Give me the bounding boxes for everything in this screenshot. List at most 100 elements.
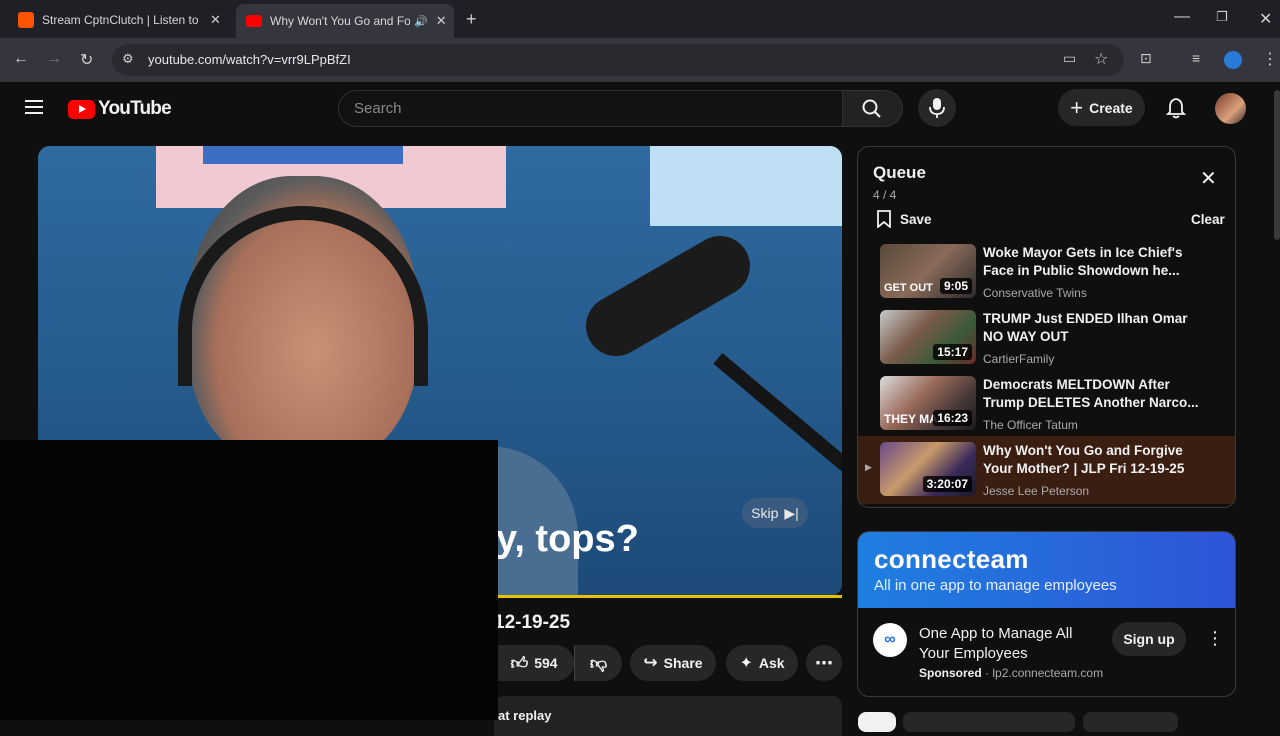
plus-icon: + [1070, 94, 1084, 120]
queue-position: 4 / 4 [873, 188, 897, 202]
filter-chip[interactable] [858, 712, 896, 732]
filter-chip[interactable] [1083, 712, 1178, 732]
queue-item-title: Democrats MELTDOWN After Trump DELETES A… [983, 377, 1199, 410]
search-icon [862, 99, 881, 118]
search-placeholder: Search [354, 100, 402, 117]
queue-title: Queue [873, 163, 926, 182]
voice-search-button[interactable] [918, 89, 956, 127]
duration-badge: 3:20:07 [922, 476, 972, 492]
duration-badge: 16:23 [933, 410, 972, 426]
minimize-icon[interactable]: — [1174, 8, 1190, 26]
skip-button[interactable]: Skip ▶| [742, 498, 808, 528]
queue-thumbnail: GET OUT 9:05 [880, 244, 976, 298]
save-label: Save [900, 211, 932, 227]
reload-icon[interactable]: ↻ [80, 50, 93, 70]
like-count: 594 [534, 655, 558, 671]
chat-replay-label: at replay [498, 708, 552, 723]
sparkle-icon: ✦ [739, 655, 753, 672]
wall-poster-blue-text [203, 146, 403, 164]
thumbs-up-icon: 👍︎ [510, 653, 529, 673]
youtube-logo[interactable]: YouTube [68, 98, 172, 120]
now-playing-indicator-icon: ▶ [865, 462, 872, 472]
queue-item-now-playing[interactable]: ▶ 3:20:07 Why Won't You Go and Forgive Y… [858, 436, 1235, 504]
tab-search-icon[interactable]: ⊡ [1140, 50, 1152, 67]
sign-up-button[interactable]: Sign up [1112, 622, 1186, 656]
close-window-icon[interactable]: ✕ [1259, 9, 1272, 29]
queue-item-channel: Conservative Twins [983, 286, 1087, 300]
queue-item-title: Why Won't You Go and Forgive Your Mother… [983, 443, 1185, 476]
tab-title: Stream CptnClutch | Listen to m [42, 13, 202, 27]
ad-separator: · [985, 666, 990, 680]
ad-more-options-icon[interactable]: ⋮ [1206, 628, 1224, 649]
bookmark-star-icon[interactable]: ☆ [1094, 49, 1108, 69]
queue-item-title: TRUMP Just ENDED Ilhan Omar NO WAY OUT [983, 311, 1188, 344]
speaker-icon[interactable]: 🔊 [414, 15, 428, 28]
like-button[interactable]: 👍︎ 594 [494, 645, 574, 681]
queue-item[interactable]: THEY MA 16:23 Democrats MELTDOWN After T… [858, 370, 1235, 434]
thumbs-down-icon: 👎︎ [589, 653, 608, 673]
queue-item-channel: Jesse Lee Peterson [983, 484, 1090, 498]
queue-item[interactable]: 15:17 TRUMP Just ENDED Ilhan Omar NO WAY… [858, 304, 1235, 368]
ad-meta: Sponsored · lp2.connecteam.com [919, 666, 1103, 680]
thumbnail-text: GET OUT [884, 282, 933, 294]
search-button[interactable] [843, 90, 903, 127]
close-queue-icon[interactable]: ✕ [1200, 169, 1217, 189]
filter-chip[interactable] [903, 712, 1075, 732]
site-info-icon[interactable]: ⚙ [122, 51, 134, 67]
share-button[interactable]: ↪ Share [630, 645, 716, 681]
browser-tab-strip: Stream CptnClutch | Listen to m ✕ Why Wo… [0, 0, 1280, 38]
ad-logo-icon: ∞ [873, 623, 907, 657]
create-button[interactable]: + Create [1058, 89, 1145, 126]
queue-item[interactable]: GET OUT 9:05 Woke Mayor Gets in Ice Chie… [858, 238, 1235, 302]
back-icon[interactable]: ← [13, 50, 29, 68]
account-avatar[interactable] [1215, 93, 1246, 124]
more-horizontal-icon: ⋯ [815, 652, 833, 673]
skip-next-icon: ▶| [784, 504, 799, 521]
duration-badge: 9:05 [939, 278, 972, 294]
browser-tab-youtube[interactable]: Why Won't You Go and For 🔊 ✕ [236, 4, 454, 38]
queue-thumbnail: THEY MA 16:23 [880, 376, 976, 430]
tab-title: Why Won't You Go and For [270, 14, 410, 28]
ad-brand-wordmark: connecteam [874, 544, 1029, 574]
save-playlist-icon [877, 210, 891, 228]
youtube-logo-text: YouTube [98, 98, 172, 119]
ask-label: Ask [758, 655, 785, 671]
queue-thumbnail: 3:20:07 [880, 442, 976, 496]
new-tab-icon[interactable]: + [466, 9, 477, 30]
youtube-play-logo-icon [68, 99, 95, 119]
microphone-icon [929, 98, 945, 118]
thumbnail-text: THEY MA [884, 412, 938, 426]
sponsored-label: Sponsored [919, 666, 982, 680]
sign-up-label: Sign up [1123, 631, 1175, 647]
window [650, 146, 842, 226]
queue-item-title: Woke Mayor Gets in Ice Chief's Face in P… [983, 245, 1183, 278]
queue-item-channel: CartierFamily [983, 352, 1055, 366]
save-queue-button[interactable]: Save [876, 210, 932, 228]
search-input[interactable]: Search [338, 90, 843, 127]
browser-menu-icon[interactable]: ⋮ [1262, 49, 1278, 69]
profile-icon[interactable] [1224, 51, 1242, 69]
maximize-icon[interactable]: ❐ [1216, 9, 1228, 25]
forward-icon[interactable]: → [46, 50, 62, 68]
browser-tab-soundcloud[interactable]: Stream CptnClutch | Listen to m ✕ [18, 6, 221, 34]
install-app-icon[interactable]: ▭ [1063, 50, 1076, 67]
page-scrollbar[interactable] [1274, 90, 1280, 240]
share-icon: ↪ [643, 653, 658, 672]
more-actions-button[interactable]: ⋯ [806, 645, 842, 681]
url-text[interactable]: youtube.com/watch?v=vrr9LPpBfZI [148, 52, 351, 67]
chat-replay-bar[interactable]: at replay [494, 696, 842, 736]
close-tab-icon[interactable]: ✕ [436, 13, 447, 29]
notifications-bell-icon[interactable] [1165, 97, 1187, 119]
skip-label: Skip [751, 505, 779, 521]
hamburger-menu-icon[interactable] [25, 100, 43, 114]
sponsored-ad-card[interactable]: connecteam All in one app to manage empl… [857, 531, 1236, 697]
media-control-icon[interactable]: ≡ [1192, 50, 1200, 66]
duration-badge: 15:17 [933, 344, 972, 360]
clear-queue-button[interactable]: Clear [1191, 212, 1225, 227]
ask-button[interactable]: ✦ Ask [726, 645, 798, 681]
ad-banner[interactable]: connecteam All in one app to manage empl… [858, 532, 1235, 608]
video-caption: y, tops? [496, 518, 639, 560]
close-tab-icon[interactable]: ✕ [210, 12, 221, 28]
youtube-favicon-icon [246, 15, 262, 27]
dislike-button[interactable]: 👎︎ [574, 645, 622, 681]
